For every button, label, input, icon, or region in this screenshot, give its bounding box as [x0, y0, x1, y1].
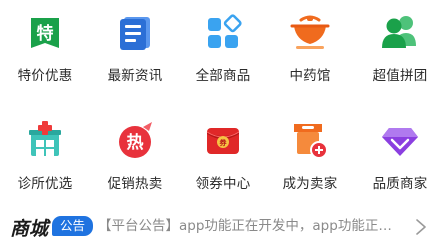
menu-item-label: 最新资讯: [107, 68, 163, 84]
menu-item-label: 特价优惠: [17, 68, 73, 84]
menu-item-coupon[interactable]: 券 领券中心: [178, 108, 268, 198]
menu-item-group-buy[interactable]: 超值拼团: [355, 0, 445, 90]
chevron-right-icon[interactable]: [414, 219, 428, 235]
menu-item-label: 领券中心: [195, 176, 251, 192]
menu-item-special-offer[interactable]: 特 特价优惠: [0, 0, 90, 90]
menu-item-label: 超值拼团: [372, 68, 428, 84]
menu-item-news[interactable]: 最新资讯: [90, 0, 180, 90]
menu-item-hot-sale[interactable]: 热 促销热卖: [90, 108, 180, 198]
menu-item-label: 品质商家: [372, 176, 428, 192]
group-buy-icon: [382, 16, 416, 48]
news-icon: [120, 17, 150, 50]
menu-item-all-products[interactable]: 全部商品: [178, 0, 268, 90]
menu-item-label: 成为卖家: [282, 176, 338, 192]
announcement-badge: 公告: [52, 216, 94, 236]
category-grid: 特 特价优惠 最新资讯 全部商品 中药馆 超值拼团 诊所优选 热 促销热卖 券 …: [0, 0, 445, 200]
menu-item-label: 全部商品: [195, 68, 251, 84]
herbal-pot-icon: [290, 15, 330, 49]
svg-text:热: 热: [127, 132, 144, 153]
special-offer-icon: 特: [31, 18, 59, 48]
svg-text:券: 券: [219, 138, 228, 147]
menu-item-quality-merchant[interactable]: 品质商家: [355, 108, 445, 198]
mall-logo: 商城: [10, 218, 49, 240]
announcement-bar[interactable]: 商城 公告 【平台公告】app功能正在开发中，app功能正…: [0, 205, 445, 245]
become-seller-icon: [294, 124, 328, 159]
coupon-icon: 券: [206, 128, 240, 154]
clinic-icon: [29, 121, 61, 156]
menu-item-label: 诊所优选: [17, 176, 73, 192]
announcement-text[interactable]: 【平台公告】app功能正在开发中，app功能正…: [98, 214, 410, 234]
quality-merchant-icon: [382, 128, 418, 156]
menu-item-clinic[interactable]: 诊所优选: [0, 108, 90, 198]
all-products-icon: [208, 14, 242, 48]
menu-item-herbal[interactable]: 中药馆: [265, 0, 355, 90]
menu-item-become-seller[interactable]: 成为卖家: [265, 108, 355, 198]
svg-text:特: 特: [37, 23, 54, 44]
menu-item-label: 中药馆: [289, 68, 331, 84]
hot-sale-icon: 热: [119, 122, 152, 158]
menu-item-label: 促销热卖: [107, 176, 163, 192]
